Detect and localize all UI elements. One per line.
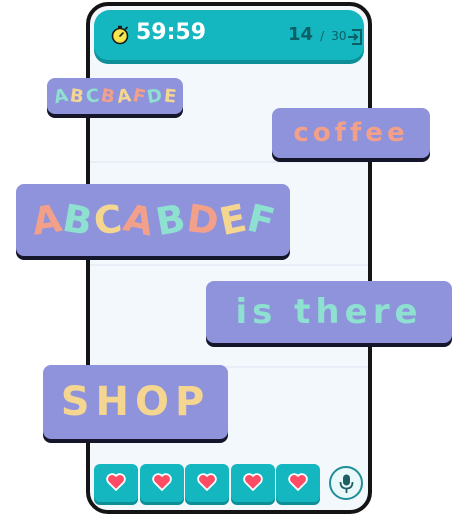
microphone-button[interactable] [329, 466, 363, 500]
top-bar: 59:59 14 / 30 [94, 10, 364, 60]
timer-display: 59:59 [136, 20, 207, 45]
exit-icon[interactable] [346, 28, 364, 46]
life-heart [185, 464, 229, 502]
tile-letter: F [243, 195, 280, 245]
tile-letter: B [59, 195, 96, 245]
lives-bar [94, 464, 322, 504]
progress-separator: / [320, 29, 325, 43]
word-tile-is-there-text: is there [235, 292, 423, 332]
tile-letter: A [51, 84, 70, 108]
stopwatch-icon [111, 25, 129, 45]
heart-icon [106, 473, 126, 491]
life-heart [276, 464, 320, 502]
progress-counter: 14 / 30 [288, 24, 347, 45]
tile-letter: B [99, 84, 117, 108]
heart-icon [242, 473, 263, 491]
microphone-icon [339, 474, 354, 493]
tile-letter: D [145, 84, 164, 108]
word-tile-3-text: ABCABDEF [16, 184, 290, 256]
word-tile-3[interactable]: ABCABDEF [16, 184, 290, 256]
heart-icon [151, 473, 172, 491]
tile-letter: A [115, 84, 132, 108]
tile-letter: C [84, 84, 100, 108]
tile-letter: B [152, 195, 189, 245]
tile-letter: B [68, 84, 86, 108]
word-tile-1-text: ABCBAFDE [47, 78, 183, 114]
life-heart [94, 464, 138, 502]
life-heart [139, 464, 184, 502]
word-tile-is-there[interactable]: is there [206, 281, 452, 343]
word-tile-1[interactable]: ABCBAFDE [47, 78, 183, 114]
word-tile-shop-text: SHOP [60, 379, 211, 425]
progress-current: 14 [288, 24, 314, 45]
progress-total: 30 [331, 29, 347, 43]
life-heart [230, 464, 275, 502]
word-tile-shop[interactable]: SHOP [43, 365, 228, 439]
heart-icon [288, 473, 308, 491]
heart-icon [197, 473, 217, 491]
word-tile-coffee[interactable]: coffee [272, 108, 430, 158]
word-tile-coffee-text: coffee [293, 118, 409, 148]
tile-letter: E [162, 84, 178, 108]
